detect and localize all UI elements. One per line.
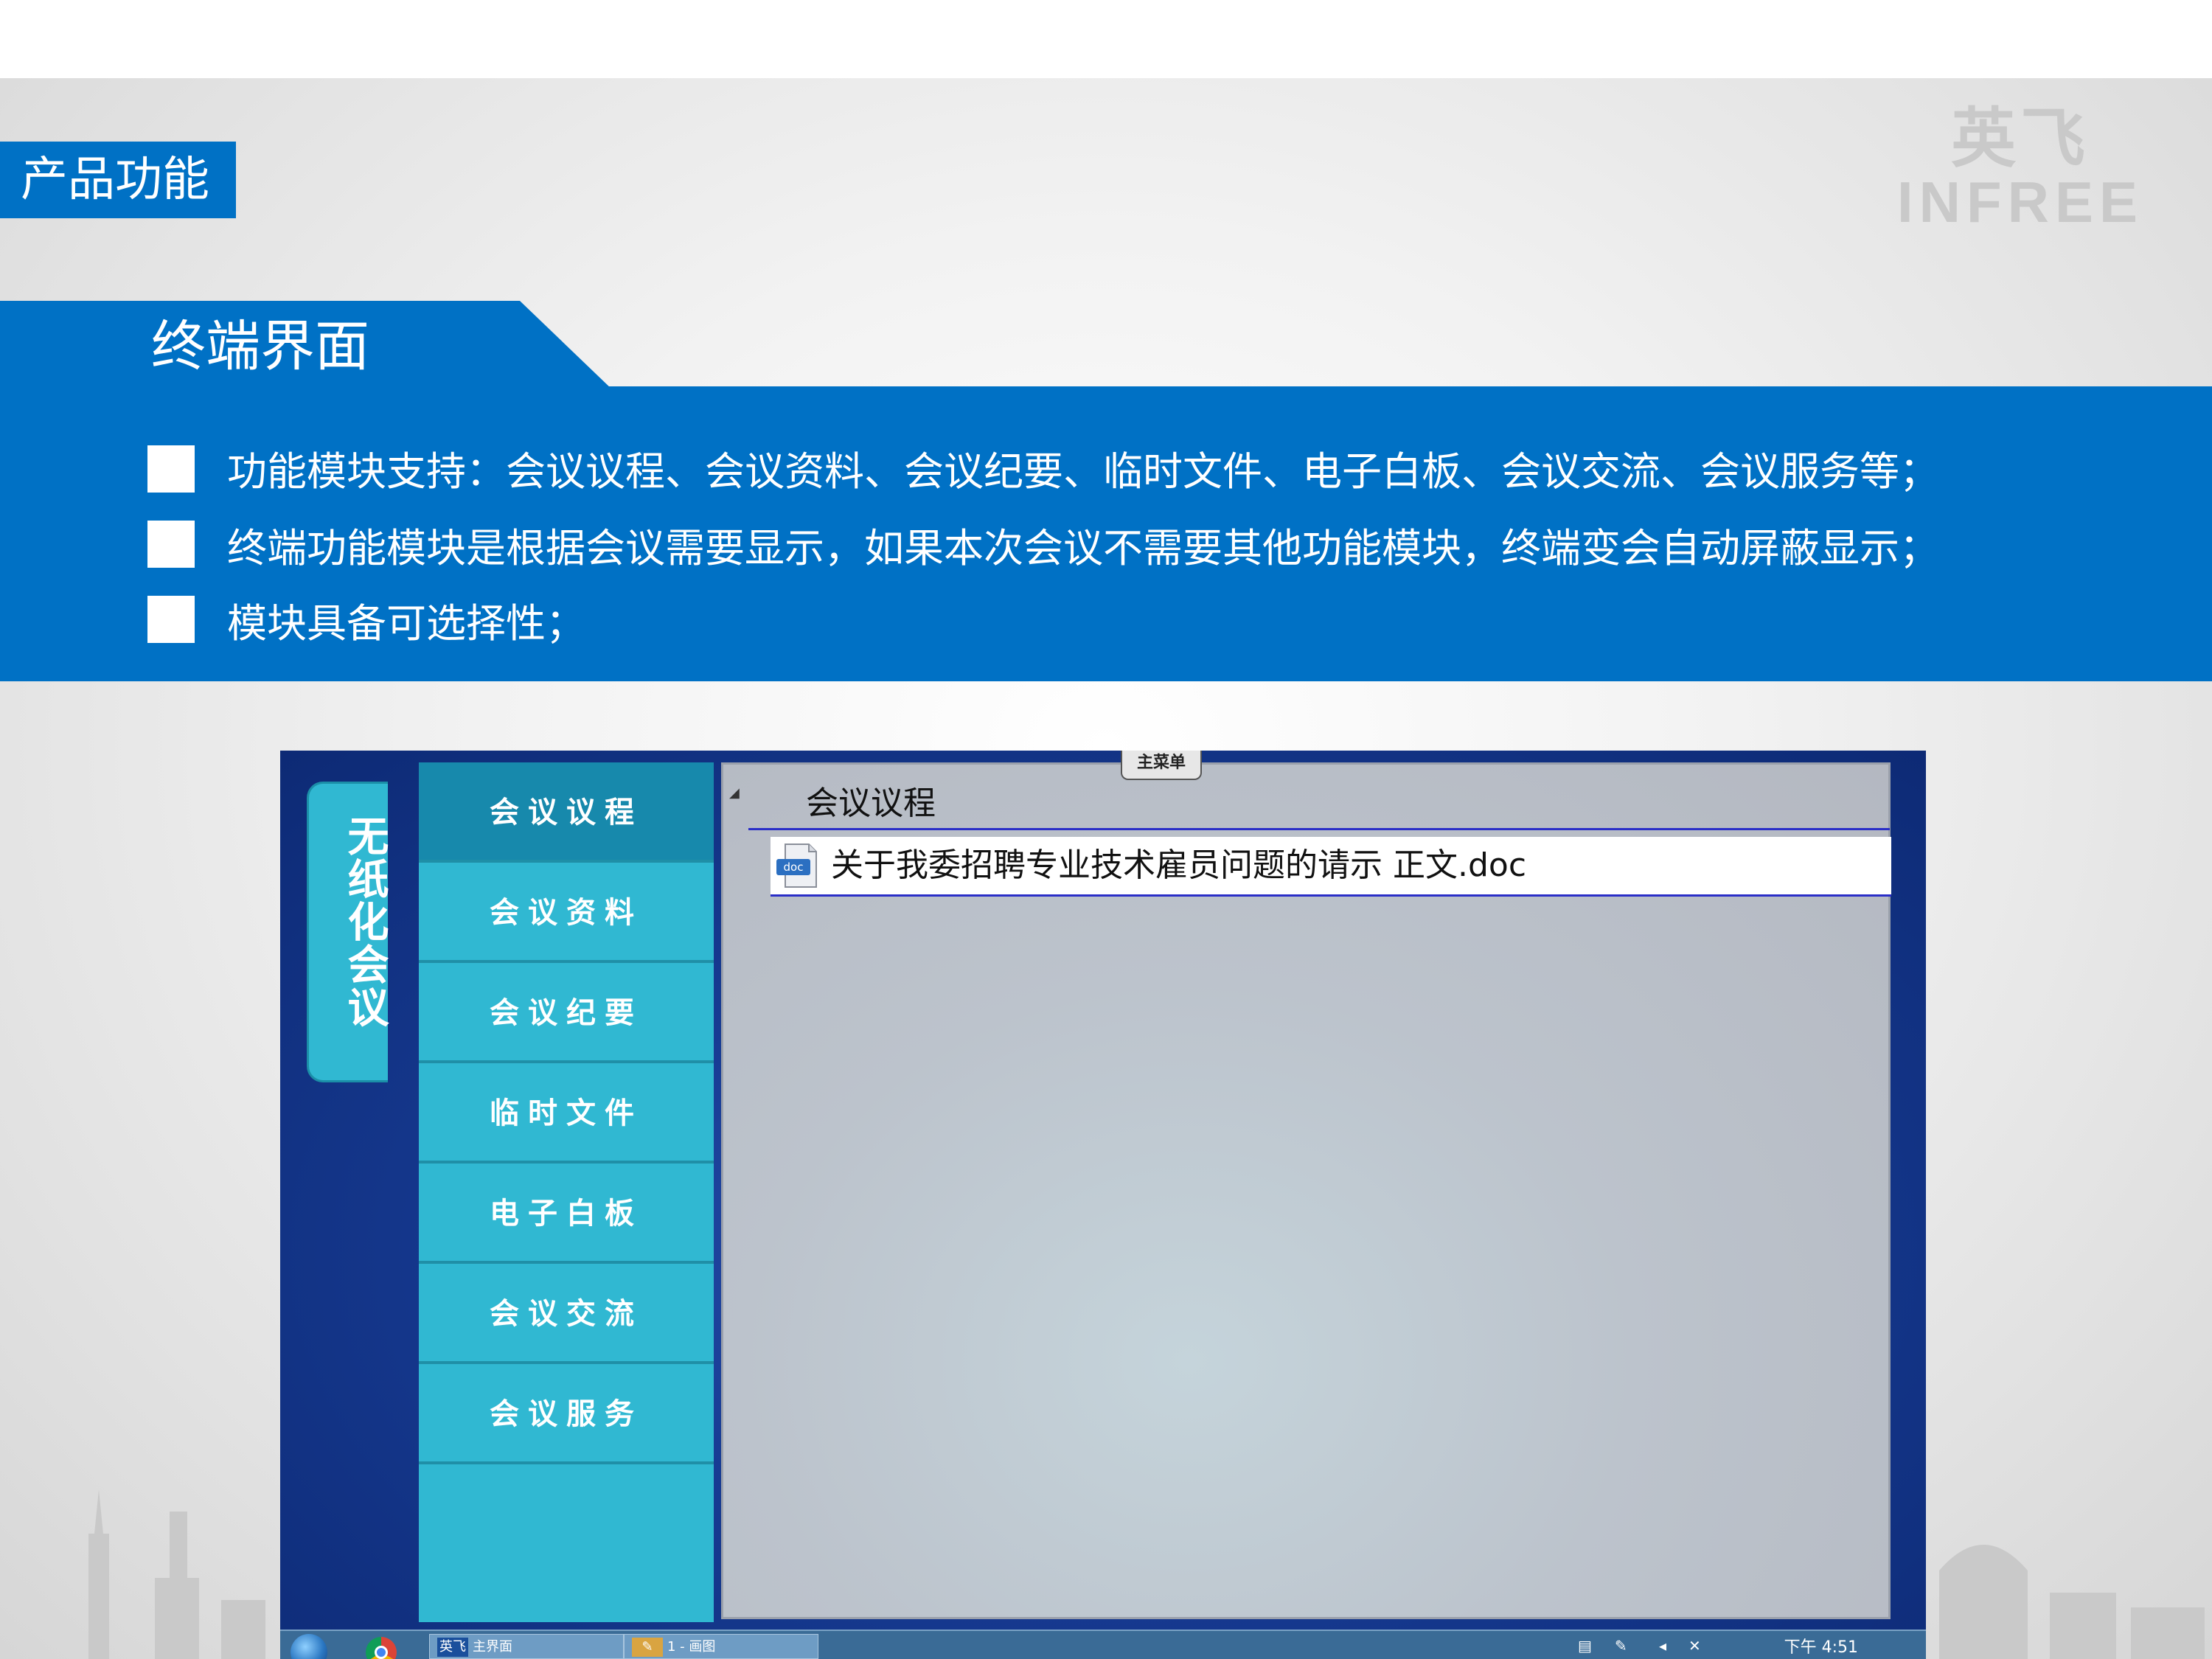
- panel-title: 会议议程: [806, 785, 936, 822]
- content-panel: ◢ 会议议程 doc 关于我委招聘专业技术雇员问题的请示 正文.doc: [721, 762, 1891, 1619]
- bullet-square: [147, 521, 195, 568]
- menu-item-service[interactable]: 会议服务: [419, 1364, 714, 1464]
- bullet-square: [147, 445, 195, 493]
- file-row[interactable]: doc 关于我委招聘专业技术雇员问题的请示 正文.doc: [771, 837, 1891, 897]
- doc-file-icon: doc: [776, 844, 817, 888]
- doc-icon-label: doc: [784, 860, 804, 874]
- network-icon[interactable]: ✕: [1688, 1637, 1701, 1655]
- windows-taskbar: 英飞 主界面 ✎ 1 - 画图 ▤ ✎ ◂ ✕ 下午 4:51: [280, 1630, 1926, 1659]
- start-button-icon[interactable]: [291, 1634, 327, 1659]
- printer-icon[interactable]: ▤: [1578, 1637, 1592, 1655]
- logo-cn: 英飞: [1950, 102, 2090, 175]
- menu-item-materials[interactable]: 会议资料: [419, 863, 714, 963]
- top-white-bar: [0, 0, 2212, 78]
- system-tray: ▤ ✎ ◂ ✕ 下午 4:51: [1578, 1635, 1888, 1659]
- vertical-tab-label: 无纸化会议: [341, 815, 389, 1029]
- menu-item-agenda[interactable]: 会议议程: [419, 762, 714, 863]
- section-tag: 产品功能: [0, 142, 236, 218]
- taskbar-item-main[interactable]: 英飞 主界面: [429, 1634, 624, 1659]
- pen-icon[interactable]: ✎: [1615, 1637, 1627, 1655]
- clock[interactable]: 下午 4:51: [1784, 1634, 1858, 1658]
- chrome-browser-icon[interactable]: [366, 1637, 397, 1659]
- paperless-meeting-tab[interactable]: 无纸化会议: [307, 782, 389, 1082]
- feature-text-1: 功能模块支持：会议议程、会议资料、会议纪要、临时文件、电子白板、会议交流、会议服…: [227, 448, 1939, 495]
- feature-text-3: 模块具备可选择性；: [227, 600, 585, 647]
- divider: [748, 828, 1890, 830]
- volume-icon[interactable]: ◂: [1659, 1637, 1666, 1655]
- terminal-screenshot: 无纸化会议 会议议程 会议资料 会议纪要 临时文件 电子白板 会议交流 会议服务…: [280, 751, 1926, 1659]
- menu-item-communication[interactable]: 会议交流: [419, 1264, 714, 1364]
- module-menu: 会议议程 会议资料 会议纪要 临时文件 电子白板 会议交流 会议服务: [419, 762, 714, 1622]
- paint-icon: ✎: [632, 1638, 663, 1657]
- menu-item-temp-files[interactable]: 临时文件: [419, 1063, 714, 1164]
- collapse-caret-icon[interactable]: ◢: [729, 785, 740, 801]
- main-menu-tab[interactable]: 主菜单: [1121, 751, 1202, 780]
- bullet-square: [147, 596, 195, 643]
- infree-app-icon: 英飞: [437, 1638, 468, 1657]
- brand-logo: 英飞 INFREE: [1865, 102, 2175, 234]
- taskbar-item-label: 主界面: [473, 1639, 512, 1655]
- taskbar-item-label: 1 - 画图: [667, 1639, 716, 1655]
- feature-text-2: 终端功能模块是根据会议需要显示，如果本次会议不需要其他功能模块，终端变会自动屏蔽…: [227, 525, 1939, 571]
- page-title: 终端界面: [151, 315, 369, 378]
- menu-item-minutes[interactable]: 会议纪要: [419, 963, 714, 1063]
- menu-item-whiteboard[interactable]: 电子白板: [419, 1164, 714, 1264]
- file-name: 关于我委招聘专业技术雇员问题的请示 正文.doc: [831, 846, 1527, 884]
- logo-en: INFREE: [1896, 170, 2144, 234]
- taskbar-item-paint[interactable]: ✎ 1 - 画图: [624, 1634, 818, 1659]
